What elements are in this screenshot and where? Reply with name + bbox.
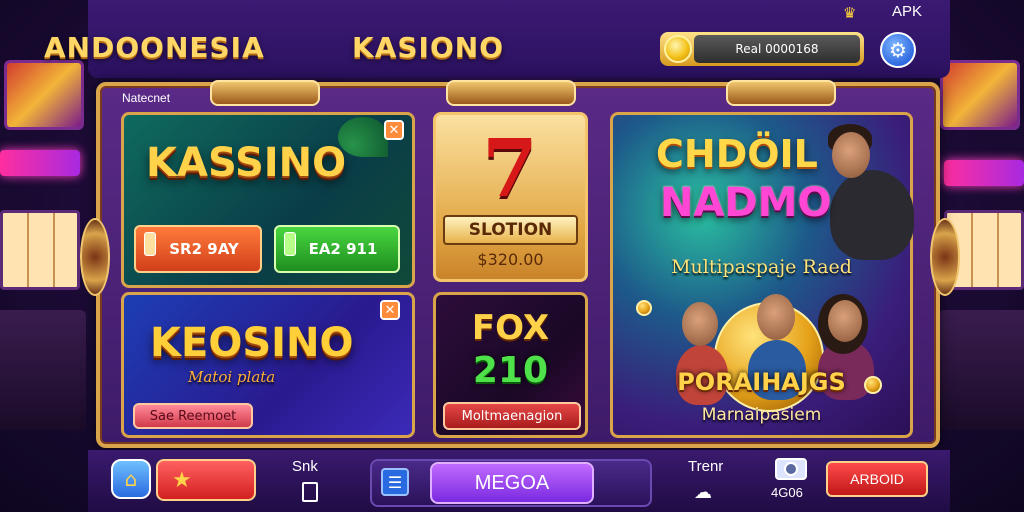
card-icon <box>284 232 296 256</box>
clipboard-icon[interactable] <box>302 482 318 502</box>
frame-ornament <box>210 80 320 106</box>
kassino-right-button[interactable]: EA2 911 <box>274 225 400 273</box>
home-icon[interactable]: ⌂ <box>111 459 151 499</box>
host-person <box>830 170 914 260</box>
camera-lens <box>784 462 798 476</box>
featured-title-line1: CHDÖIL <box>656 132 818 176</box>
fox-title: FOX <box>471 308 550 348</box>
kassino-right-button-label: EA2 911 <box>308 240 378 258</box>
balance-display[interactable]: Real 0000168 <box>660 32 864 66</box>
coin-sparkle-icon <box>636 300 652 316</box>
list-icon[interactable]: ☰ <box>381 468 409 496</box>
settings-gear-icon[interactable]: ⚙ <box>880 32 916 68</box>
host-face <box>832 132 870 178</box>
frame-ornament <box>726 80 836 106</box>
left-arcade-cabinet <box>0 20 92 440</box>
lucky-seven-symbol: 7 <box>482 121 538 215</box>
keosino-button[interactable]: Sae Reemoet <box>133 403 253 429</box>
featured-tagline: Multipaspaje Raed <box>671 256 852 278</box>
card-icon <box>144 232 156 256</box>
player-face <box>757 294 795 340</box>
arcade-light-bar <box>0 150 80 176</box>
brand-title-right: KASIONO <box>352 31 504 64</box>
frame-ornament <box>446 80 576 106</box>
frame-side-ornament <box>80 218 110 296</box>
balance-value: Real 0000168 <box>694 35 860 63</box>
featured-title-line2: NADMO <box>660 180 832 226</box>
snk-label[interactable]: Snk <box>292 458 318 475</box>
keosino-subtitle: Matoi plata <box>188 368 276 386</box>
arcade-screen <box>940 60 1020 130</box>
cloud-icon[interactable]: ☁ <box>694 482 712 503</box>
keosino-title: KEOSINO <box>150 320 354 366</box>
brand-title-left: ANDOONESIA <box>44 31 265 64</box>
close-icon[interactable]: ✕ <box>384 120 404 140</box>
mega-button[interactable]: MEGOA <box>430 462 594 504</box>
close-icon[interactable]: ✕ <box>380 300 400 320</box>
arcade-base <box>938 310 1024 430</box>
kassino-left-button-label: SR2 9AY <box>169 240 239 258</box>
arcade-screen <box>4 60 84 130</box>
trenr-label[interactable]: Trenr <box>688 458 723 475</box>
apk-download-link[interactable]: APK <box>892 3 922 20</box>
arcade-base <box>0 310 86 430</box>
player-face <box>682 302 718 346</box>
fox-button[interactable]: Moltmaenagion <box>443 402 581 430</box>
kassino-title: KASSINO <box>146 140 347 186</box>
featured-subtitle-2: Marnaipasiem <box>701 405 822 425</box>
favorites-button[interactable]: ★ <box>156 459 256 501</box>
fox-number: 210 <box>472 350 549 391</box>
frame-side-ornament <box>930 218 960 296</box>
arboid-button[interactable]: ARBOID <box>826 461 928 497</box>
coin-icon <box>664 35 692 63</box>
player-face <box>828 300 862 342</box>
featured-title-2: PORAIHAJGS <box>677 368 846 396</box>
star-icon: ★ <box>172 467 192 493</box>
slotion-label: SLOTION <box>443 215 578 245</box>
kassino-left-button[interactable]: SR2 9AY <box>134 225 262 273</box>
camera-label: 4G06 <box>771 485 803 500</box>
slotion-price: $320.00 <box>477 250 544 269</box>
crown-icon: ♛ <box>843 4 857 22</box>
arcade-light-bar <box>944 160 1024 186</box>
section-label: Natecnet <box>122 91 171 105</box>
arcade-reels <box>0 210 80 290</box>
